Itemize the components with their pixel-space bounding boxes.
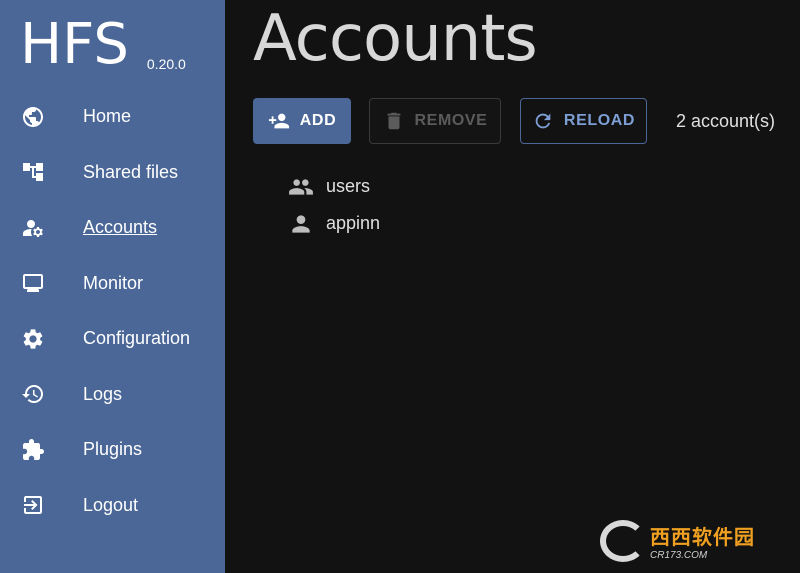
person-icon — [292, 214, 310, 233]
add-account-button[interactable]: ADD — [253, 98, 351, 144]
sidebar-item-plugins[interactable]: Plugins — [0, 422, 225, 478]
sidebar-item-accounts[interactable]: Accounts — [0, 200, 225, 256]
remove-account-button[interactable]: REMOVE — [369, 98, 501, 144]
refresh-icon — [535, 113, 551, 129]
puzzle-icon — [20, 437, 46, 463]
reload-button-label: RELOAD — [563, 112, 636, 129]
tree-item-label: users — [326, 176, 371, 196]
sidebar-nav: Home Shared files Accounts Monitor Confi… — [0, 89, 225, 533]
sidebar-item-label: Logs — [83, 383, 123, 404]
sidebar-item-home[interactable]: Home — [0, 89, 225, 145]
history-icon — [20, 381, 46, 407]
tree-item-appinn[interactable]: appinn — [288, 205, 380, 242]
sidebar-item-logs[interactable]: Logs — [0, 367, 225, 423]
sidebar-item-label: Accounts — [83, 217, 158, 238]
tree-item-label: appinn — [326, 213, 381, 233]
brand: HFS 0.20.0 — [20, 14, 186, 76]
sidebar-item-label: Configuration — [83, 328, 191, 349]
sidebar-item-monitor[interactable]: Monitor — [0, 256, 225, 312]
add-button-label: ADD — [299, 112, 337, 129]
logout-icon — [20, 492, 46, 518]
tree-icon — [20, 159, 46, 185]
sidebar: HFS 0.20.0 Home Shared files Accounts Mo… — [0, 0, 225, 573]
watermark-c-mark — [600, 520, 646, 562]
app-name: HFS — [20, 12, 129, 77]
person-add-icon — [268, 113, 289, 129]
watermark-url: CR173.COM — [650, 550, 708, 561]
toolbar: ADD REMOVE RELOAD 2 account(s) — [253, 98, 775, 144]
sidebar-item-configuration[interactable]: Configuration — [0, 311, 225, 367]
app-version: 0.20.0 — [146, 56, 186, 72]
reload-button[interactable]: RELOAD — [520, 98, 647, 144]
manage-accounts-icon — [20, 215, 46, 241]
sidebar-item-logout[interactable]: Logout — [0, 478, 225, 534]
watermark-text: 西西软件园 CR173.COM — [650, 521, 755, 561]
trash-icon — [387, 112, 400, 130]
page-title: Accounts — [253, 2, 538, 76]
sidebar-item-label: Monitor — [83, 272, 144, 293]
globe-icon — [20, 104, 46, 130]
watermark-brand: 西西软件园 — [650, 527, 755, 549]
accounts-tree: users appinn — [288, 168, 380, 242]
group-icon — [289, 178, 313, 195]
tree-item-users[interactable]: users — [288, 168, 380, 205]
account-count: 2 account(s) — [676, 110, 776, 131]
sidebar-item-shared-files[interactable]: Shared files — [0, 145, 225, 201]
gear-icon — [20, 326, 46, 352]
sidebar-item-label: Shared files — [83, 161, 179, 182]
main-content: Accounts ADD REMOVE RELOAD 2 account(s) … — [225, 0, 800, 573]
watermark-logo: 西西软件园 CR173.COM — [600, 520, 778, 562]
remove-button-label: REMOVE — [414, 112, 488, 129]
sidebar-item-label: Plugins — [83, 439, 143, 460]
sidebar-item-label: Logout — [83, 494, 139, 515]
monitor-icon — [20, 270, 46, 296]
sidebar-item-label: Home — [83, 106, 132, 127]
